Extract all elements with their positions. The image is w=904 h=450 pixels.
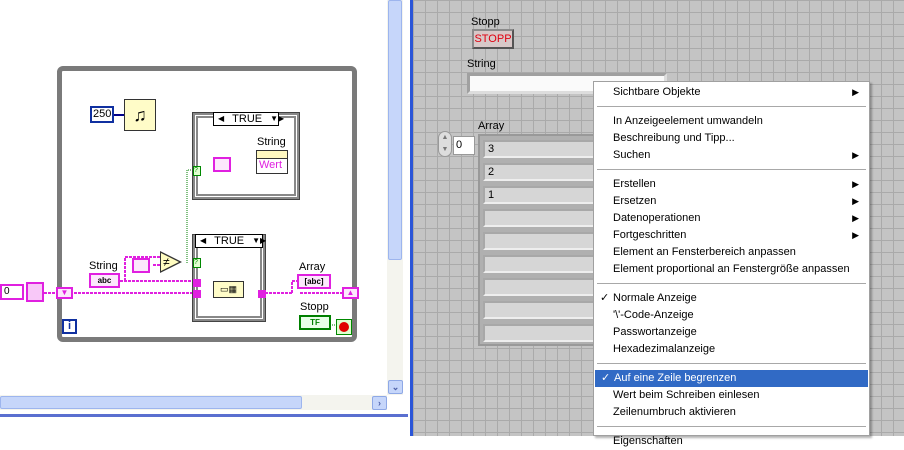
array-element[interactable] (483, 324, 608, 342)
menu-separator (597, 283, 866, 284)
string-terminal[interactable]: abc (89, 273, 120, 288)
tunnel (258, 290, 266, 298)
menu-item-label: Fortgeschritten (613, 229, 687, 241)
property-node[interactable]: Wert (256, 150, 288, 174)
submenu-arrow-icon: ▶ (852, 230, 859, 240)
shift-register-left[interactable]: ▼ (56, 287, 73, 299)
menu-separator (597, 169, 866, 170)
array-element[interactable]: 2 (483, 163, 608, 181)
check-icon: ✓ (601, 372, 611, 384)
check-icon: ✓ (600, 292, 610, 304)
case-label: TRUE (232, 113, 263, 125)
menu-item-label: Sichtbare Objekte (613, 86, 701, 98)
scroll-down-button[interactable]: ⌄ (388, 380, 403, 394)
menu-item-label: Normale Anzeige (613, 292, 697, 304)
array-element[interactable] (483, 278, 608, 296)
string-control-label: String (89, 260, 118, 272)
stop-terminal-label: Stopp (300, 301, 329, 313)
init-array-element[interactable] (26, 282, 44, 302)
array-element[interactable]: 1 (483, 186, 608, 204)
submenu-arrow-icon: ▶ (852, 87, 859, 97)
menu-item-label: Datenoperationen (613, 212, 701, 224)
menu-item-label: Element proportional an Fenstergröße anp… (613, 263, 850, 275)
empty-string-constant[interactable] (132, 258, 150, 273)
submenu-arrow-icon: ▶ (852, 213, 859, 223)
context-menu: Sichtbare Objekte ▶ In Anzeigeelement umwa… (593, 81, 870, 447)
iteration-terminal: i (62, 319, 77, 334)
menu-item-label: Eigenschaften (613, 435, 683, 447)
property-name: Wert (259, 159, 283, 171)
menu-item-label: In Anzeigeelement umwandeln (613, 115, 763, 127)
wait-constant[interactable]: 250 (90, 106, 114, 123)
case-label: TRUE (214, 235, 245, 247)
menu-item[interactable]: Erstellen ▶ (594, 176, 869, 193)
tunnel (193, 279, 201, 287)
menu-item-label: Element an Fensterbereich anpassen (613, 246, 796, 258)
menu-item-label: Ersetzen (613, 195, 657, 207)
menu-item-label: Wert beim Schreiben einlesen (613, 389, 760, 401)
case-selector-terminal-2: ? (193, 258, 201, 268)
case-selector-terminal-1: ? (193, 166, 201, 176)
submenu-arrow-icon: ▶ (852, 196, 859, 206)
menu-item[interactable]: In Anzeigeelement umwandeln (594, 113, 869, 130)
menu-item[interactable]: Fortgeschritten ▶ (594, 227, 869, 244)
vertical-scroll-thumb[interactable] (388, 0, 402, 260)
build-array-icon[interactable]: ▭▦ (213, 281, 244, 298)
init-array-constant[interactable]: 0 (0, 284, 24, 300)
array-element[interactable]: 3 (483, 140, 608, 158)
menu-item[interactable]: Beschreibung und Tipp... (594, 130, 869, 147)
menu-item-label: Beschreibung und Tipp... (613, 132, 735, 144)
submenu-arrow-icon: ▶ (852, 179, 859, 189)
menu-item[interactable]: Hexadezimalanzeige (594, 341, 869, 358)
menu-item[interactable]: Ersetzen ▶ (594, 193, 869, 210)
empty-string-constant[interactable] (213, 157, 231, 172)
menu-item[interactable]: ✓ Normale Anzeige (594, 290, 869, 307)
index-spinner[interactable]: ▲ ▼ (438, 131, 452, 157)
menu-item-label: Passwortanzeige (613, 326, 697, 338)
case-selector-1[interactable]: ◀ TRUE ▼▶ (213, 112, 284, 126)
menu-item[interactable]: Wert beim Schreiben einlesen (594, 387, 869, 404)
horizontal-scroll-thumb[interactable] (0, 396, 302, 409)
menu-item[interactable]: Datenoperationen ▶ (594, 210, 869, 227)
menu-item-label: Auf eine Zeile begrenzen (614, 372, 737, 384)
metronome-icon[interactable]: ♫ (124, 99, 156, 131)
scroll-right-button[interactable]: › (372, 396, 387, 410)
menu-item-label: '\'-Code-Anzeige (613, 309, 694, 321)
array-element[interactable] (483, 301, 608, 319)
stop-label: Stopp (471, 16, 500, 28)
menu-item-label: Zeilenumbruch aktivieren (613, 406, 736, 418)
array-element[interactable] (483, 232, 608, 250)
array-indicator-label: Array (299, 261, 326, 273)
string-label: String (467, 58, 496, 70)
menu-item[interactable]: Element proportional an Fenstergröße anp… (594, 261, 869, 278)
loop-condition-terminal[interactable] (336, 319, 352, 335)
array-element[interactable] (483, 209, 608, 227)
menu-separator (597, 363, 866, 364)
block-diagram-canvas[interactable]: 250 ♫ ◀ TRUE ▼▶ String Wert ? ◀ TRUE ▼▶ ? ▭▦… (0, 0, 408, 414)
window-bottom-edge (0, 414, 408, 436)
menu-item-label: Suchen (613, 149, 651, 161)
menu-item[interactable]: Sichtbare Objekte ▶ (594, 84, 869, 101)
menu-item[interactable]: ✓ Auf eine Zeile begrenzen (595, 370, 868, 387)
menu-item[interactable]: '\'-Code-Anzeige (594, 307, 869, 324)
menu-item[interactable]: Suchen ▶ (594, 147, 869, 164)
menu-separator (597, 106, 866, 107)
shift-register-right[interactable]: ▲ (342, 287, 359, 299)
menu-item[interactable]: Element an Fensterbereich anpassen (594, 244, 869, 261)
case-selector-2[interactable]: ◀ TRUE ▼▶ (195, 234, 266, 248)
array-index[interactable]: 0 (453, 136, 475, 155)
menu-item[interactable]: Passwortanzeige (594, 324, 869, 341)
menu-separator (597, 426, 866, 427)
array-label: Array (478, 120, 505, 132)
tunnel (193, 290, 201, 298)
property-label: String (257, 136, 286, 148)
menu-item[interactable]: Zeilenumbruch aktivieren (594, 404, 869, 421)
menu-item-label: Erstellen (613, 178, 656, 190)
stop-terminal[interactable]: TF (299, 315, 331, 330)
stop-button[interactable]: STOPP (472, 29, 514, 49)
array-terminal[interactable]: [abc] (297, 274, 331, 289)
submenu-arrow-icon: ▶ (852, 150, 859, 160)
menu-item-label: Hexadezimalanzeige (613, 343, 716, 355)
array-element[interactable] (483, 255, 608, 273)
